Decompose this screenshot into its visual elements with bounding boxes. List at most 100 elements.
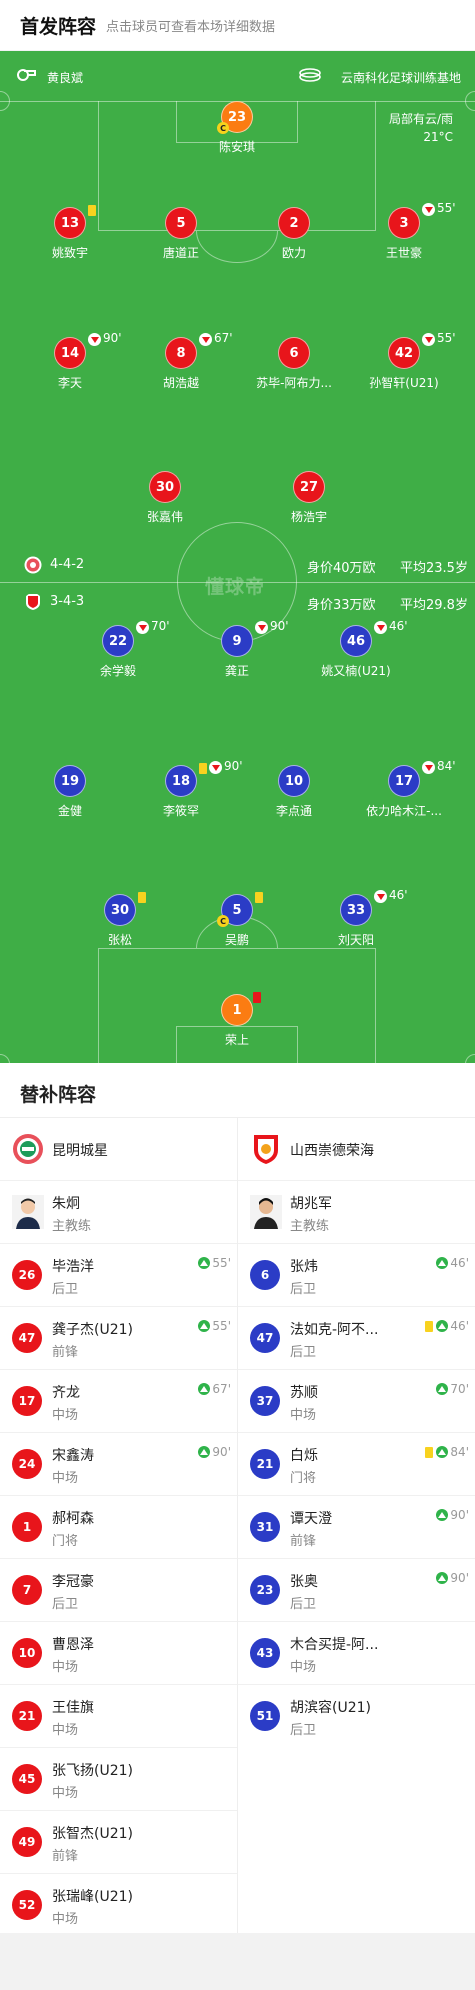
home-player-8[interactable]: 8 胡浩越 67'	[116, 331, 246, 397]
substitution-info: 70'	[436, 1382, 469, 1396]
bench-player-row[interactable]: 51 胡滨容(U21) 后卫	[238, 1684, 475, 1747]
bench-player-row[interactable]: 52 张瑞峰(U21) 中场	[0, 1873, 237, 1936]
bench-player-row[interactable]: 17 齐龙 中场 67'	[0, 1369, 237, 1432]
away-team-logo	[26, 594, 40, 610]
lineup-header: 首发阵容 点击球员可查看本场详细数据	[0, 0, 475, 50]
player-name: 龚正	[224, 664, 249, 678]
home-player-3[interactable]: 3 王世豪 55'	[339, 201, 469, 267]
player-number: 17	[388, 765, 420, 797]
home-player-42[interactable]: 42 孙智轩(U21) 55'	[339, 331, 469, 397]
player-number: 42	[388, 337, 420, 369]
substitution-minute: 90'	[212, 1445, 231, 1459]
player-name: 胡浩越	[162, 376, 199, 390]
bench-player-name: 张炜	[290, 1259, 318, 1275]
substitution-minute: 84'	[450, 1445, 469, 1459]
away-player-18[interactable]: 18 李筱罕 90'	[116, 759, 246, 825]
home-player-30[interactable]: 30 张嘉伟	[100, 471, 230, 531]
player-name: 王世豪	[385, 246, 422, 260]
away-market-value: 身价33万欧	[307, 598, 376, 613]
bench-player-row[interactable]: 21 王佳旗 中场	[0, 1684, 237, 1747]
away-club-logo	[254, 1135, 278, 1164]
bench-player-number: 52	[12, 1890, 42, 1920]
bench-player-row[interactable]: 43 木合买提-阿... 中场	[238, 1621, 475, 1684]
bench-player-number: 45	[12, 1764, 42, 1794]
home-player-23[interactable]: 23 陈安琪 C	[172, 101, 302, 161]
bench-player-row[interactable]: 1 郝柯森 门将	[0, 1495, 237, 1558]
away-player-17[interactable]: 17 依力哈木江-... 84'	[339, 759, 469, 825]
player-number: 30	[149, 471, 181, 503]
bench-player-row[interactable]: 26 毕浩洋 后卫 55'	[0, 1243, 237, 1306]
bench-player-number: 21	[12, 1701, 42, 1731]
home-bench: 昆明城星 朱炯 主教练 26 毕浩洋 后卫 55' 47 龚子杰(U21) 前锋 55' 17 齐…	[0, 1118, 237, 1936]
home-coach[interactable]: 朱炯 主教练	[0, 1180, 237, 1243]
bench-player-row[interactable]: 6 张炜 后卫 46'	[238, 1243, 475, 1306]
bench-player-position: 后卫	[290, 1345, 317, 1360]
away-player-22[interactable]: 22 余学毅 70'	[53, 619, 183, 685]
bench-player-position: 门将	[290, 1471, 317, 1486]
substitutes-title: 替补阵容	[20, 1084, 97, 1106]
bench-player-position: 后卫	[52, 1282, 79, 1297]
player-name: 刘天阳	[337, 933, 374, 947]
away-player-46[interactable]: 46 姚又楠(U21) 46'	[291, 619, 421, 685]
bench-player-position: 前锋	[290, 1534, 317, 1549]
substituted-out-icon	[255, 621, 268, 634]
bench-player-row[interactable]: 31 谭天澄 前锋 90'	[238, 1495, 475, 1558]
bench-player-position: 后卫	[290, 1723, 317, 1738]
bench-player-name: 王佳旗	[52, 1700, 94, 1716]
bench-player-name: 木合买提-阿...	[290, 1637, 379, 1653]
bench-player-row[interactable]: 24 宋鑫涛 中场 90'	[0, 1432, 237, 1495]
coach-avatar	[12, 1195, 44, 1229]
away-player-33[interactable]: 33 刘天阳 46'	[291, 888, 421, 954]
away-player-30[interactable]: 30 张松	[55, 892, 185, 954]
substituted-out-icon	[88, 333, 101, 346]
player-number: 30	[104, 894, 136, 926]
home-player-27[interactable]: 27 杨浩宇	[244, 471, 374, 531]
substituted-out-icon	[374, 621, 387, 634]
bench-player-row[interactable]: 47 法如克-阿不... 后卫 46'	[238, 1306, 475, 1369]
coach-role: 主教练	[290, 1219, 330, 1234]
bench-player-row[interactable]: 10 曹恩泽 中场	[0, 1621, 237, 1684]
bench-player-number: 43	[250, 1638, 280, 1668]
substitutes-section: 替补阵容 昆明城星 朱炯 主教练 26 毕浩洋 后卫 55' 47 龚子杰(U21) 前锋 5…	[0, 1063, 475, 1933]
bench-player-name: 毕浩洋	[52, 1259, 94, 1275]
yellow-card-icon	[138, 892, 146, 903]
bench-player-row[interactable]: 37 苏顺 中场 70'	[238, 1369, 475, 1432]
away-coach[interactable]: 胡兆军 主教练	[238, 1180, 475, 1243]
substituted-in-icon	[198, 1320, 211, 1332]
substituted-out-icon	[374, 890, 387, 903]
bench-player-number: 49	[12, 1827, 42, 1857]
home-average-age: 平均23.5岁	[400, 561, 468, 576]
away-club-header[interactable]: 山西崇德荣海	[238, 1118, 475, 1180]
substituted-in-icon	[436, 1383, 449, 1395]
home-club-header[interactable]: 昆明城星	[0, 1118, 237, 1180]
coach-avatar	[250, 1195, 282, 1229]
substitution-info: 46'	[425, 1319, 469, 1333]
bench-player-row[interactable]: 21 白烁 门将 84'	[238, 1432, 475, 1495]
player-number: 9	[221, 625, 253, 657]
away-player-9[interactable]: 9 龚正 90'	[172, 619, 302, 685]
bench-player-position: 中场	[290, 1660, 317, 1675]
home-player-5[interactable]: 5 唐道正	[116, 207, 246, 267]
substituted-in-icon	[436, 1320, 449, 1332]
bench-player-position: 中场	[52, 1471, 79, 1486]
away-player-5[interactable]: 5 吴鹏 C	[172, 892, 302, 954]
bench-player-number: 10	[12, 1638, 42, 1668]
substitution-minute: 90'	[270, 619, 289, 633]
bench-player-row[interactable]: 47 龚子杰(U21) 前锋 55'	[0, 1306, 237, 1369]
bench-player-number: 31	[250, 1512, 280, 1542]
away-player-1[interactable]: 1 荣上	[172, 992, 302, 1054]
substitution-minute: 46'	[450, 1256, 469, 1270]
bench-player-position: 后卫	[52, 1597, 79, 1612]
bench-player-row[interactable]: 49 张智杰(U21) 前锋	[0, 1810, 237, 1873]
bench-player-row[interactable]: 7 李冠豪 后卫	[0, 1558, 237, 1621]
bench-player-name: 齐龙	[52, 1385, 80, 1401]
yellow-card-icon	[425, 1446, 434, 1458]
bench-player-row[interactable]: 23 张奥 后卫 90'	[238, 1558, 475, 1621]
substitution-info: 55'	[198, 1319, 231, 1333]
bench-player-position: 后卫	[290, 1597, 317, 1612]
player-number: 2	[278, 207, 310, 239]
bench-player-number: 21	[250, 1449, 280, 1479]
bench-player-name: 法如克-阿不...	[290, 1322, 379, 1338]
substitution-info: 90'	[436, 1571, 469, 1585]
bench-player-row[interactable]: 45 张飞扬(U21) 中场	[0, 1747, 237, 1810]
